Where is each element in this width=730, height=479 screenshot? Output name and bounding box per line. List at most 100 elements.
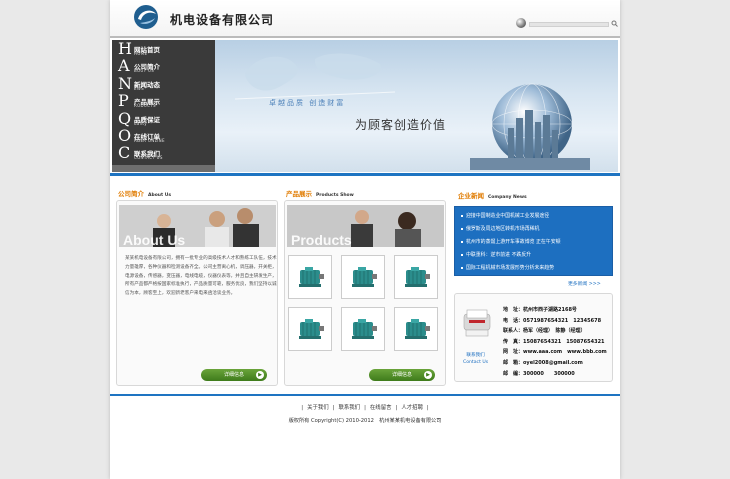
- arrow-right-icon: ▶: [424, 371, 432, 379]
- nav-label-en: EWS: [134, 85, 144, 91]
- nav-item[interactable]: N 新闻动态 EWS: [112, 73, 215, 93]
- news-list: 迎接中国制造业中国机械工业发展途径 俄罗斯及周边地区转机市场再稀机杭州市的蒸馏上游…: [454, 206, 613, 276]
- footer-separator: |: [301, 405, 304, 411]
- news-item[interactable]: 杭州市的蒸馏上游开车事故博览 正在午安顿: [461, 238, 560, 245]
- footer-links: | 关于我们 | 联系我们 | 在线留言 | 人才招聘 |: [110, 403, 620, 411]
- products-title-en: Products Show: [316, 193, 354, 198]
- contact-icon: [463, 309, 491, 337]
- banner-slogan-big: 为顾客创造价值: [355, 118, 447, 132]
- news-item[interactable]: 俄罗斯及周边地区转机市场再稀机: [461, 225, 539, 232]
- main-nav: H 网站首页 HOME A 公司简介 BOUT US N 新闻动态 EWS P 产品展示 RODUCT…: [112, 40, 215, 165]
- contact-panel: 联系我们 Contact Us 地 址：杭州市西子湖路2168号电 话：0571…: [454, 293, 613, 382]
- nav-label-en: RDER ONLINE: [134, 138, 165, 143]
- bullet-icon: [461, 266, 463, 269]
- header: 机电设备有限公司: [110, 0, 620, 38]
- news-item-label: 杭州市的蒸馏上游开车事故博览 正在午安顿: [466, 239, 561, 245]
- product-thumbnail[interactable]: [394, 307, 438, 351]
- globe-icon: [516, 18, 526, 28]
- more-news-link[interactable]: 更多新闻 >>>: [568, 280, 601, 287]
- about-more-button[interactable]: 详细信息 ▶: [201, 369, 267, 381]
- products-photo-caption: Products: [291, 232, 352, 247]
- product-thumbnail[interactable]: [341, 255, 385, 299]
- contact-line: 网 址：www.aaa.com www.bbb.com: [503, 349, 607, 356]
- footer-link[interactable]: 关于我们: [307, 405, 329, 411]
- about-section-title: 公司简介 About Us: [118, 188, 171, 198]
- about-photo: About Us: [119, 205, 276, 247]
- nav-item[interactable]: H 网站首页 HOME: [112, 39, 215, 58]
- nav-letter: P: [118, 91, 129, 111]
- header-divider: [110, 36, 620, 38]
- product-thumbnail[interactable]: [341, 307, 385, 351]
- footer-separator: |: [332, 405, 335, 411]
- news-item-label: 中联重科：逆市前进 不跌反升: [466, 252, 532, 258]
- copyright: 版权所有 Copyright(C) 2010-2012 杭州某某机电设备有限公司: [288, 418, 442, 424]
- nav-footer-strip: [112, 165, 215, 172]
- motor-product-image: [299, 319, 324, 339]
- motor-product-image: [405, 319, 430, 339]
- footer-divider: [110, 394, 620, 396]
- nav-item[interactable]: O 在线订单 RDER ONLINE: [112, 127, 215, 145]
- footer-link[interactable]: 人才招聘: [401, 405, 423, 411]
- banner-slogan-small: 卓越品质 创造财富: [269, 99, 346, 107]
- about-text: 某某机电设备有限公司，拥有一批专业的高级技术人才和熟练工队伍，技术力量雄厚，各种…: [125, 256, 277, 297]
- banner: 卓越品质 创造财富 为顾客创造价值: [215, 40, 618, 172]
- footer-link[interactable]: 在线留言: [370, 405, 392, 411]
- arrow-right-icon: ▶: [256, 371, 264, 379]
- products-photo: Products: [287, 205, 444, 247]
- footer-separator: |: [395, 405, 398, 411]
- product-thumbnail[interactable]: [394, 255, 438, 299]
- products-panel: Products 详细信息 ▶: [284, 200, 446, 386]
- search-icon[interactable]: [611, 20, 618, 27]
- nav-item[interactable]: A 公司简介 BOUT US: [112, 56, 215, 76]
- about-title-cn: 公司简介: [118, 190, 144, 198]
- section-divider: [110, 173, 620, 176]
- nav-item[interactable]: C 联系我们 CONTACT US: [112, 143, 215, 163]
- company-name: 机电设备有限公司: [170, 13, 275, 27]
- news-title-en: Company News: [488, 195, 527, 200]
- products-more-button[interactable]: 详细信息 ▶: [369, 369, 435, 381]
- news-item[interactable]: 中联重科：逆市前进 不跌反升: [461, 251, 531, 258]
- company-logo-icon[interactable]: [132, 4, 160, 30]
- motor-product-image: [405, 267, 430, 287]
- products-title-cn: 产品展示: [286, 190, 312, 198]
- motor-product-image: [299, 267, 324, 287]
- footer-separator: |: [364, 405, 366, 411]
- about-panel: About Us 某某机电设备有限公司，拥有一批专业的高级技术人才和熟练工队伍，…: [116, 200, 278, 386]
- products-more-label: 详细信息: [391, 372, 412, 378]
- search-bar: [516, 17, 618, 31]
- footer-link[interactable]: 联系我们: [339, 405, 361, 411]
- contact-line: 邮 箱：oyel2008@gmail.com: [503, 360, 583, 366]
- product-thumbnail[interactable]: [288, 307, 332, 351]
- nav-label-en: BOUT US: [134, 68, 155, 74]
- nav-letter: A: [118, 56, 130, 76]
- contact-line: 传 真：15087654321 15087654321: [503, 338, 605, 345]
- search-input[interactable]: [529, 22, 609, 27]
- nav-letter: C: [118, 143, 131, 163]
- nav-letter: N: [118, 73, 132, 93]
- news-item[interactable]: 迎接中国制造业中国机械工业发展途径: [461, 212, 549, 219]
- bullet-icon: [461, 240, 463, 243]
- page-container: 机电设备有限公司 H 网站首页 HOME A 公司简介 BOUT US N 新闻动态 EWS P 产…: [110, 0, 620, 479]
- news-item[interactable]: 国际工程机械市场发展形势分析未来趋势: [461, 264, 554, 271]
- news-item-label: 俄罗斯及周边地区转机市场再稀机: [466, 226, 540, 232]
- nav-letter: H: [118, 39, 132, 58]
- about-photo-caption: About Us: [123, 232, 186, 247]
- nav-item[interactable]: P 产品展示 RODUCTS: [112, 91, 215, 111]
- nav-label-en: uality: [134, 120, 147, 126]
- contact-label-cn: 联系我们: [466, 353, 485, 358]
- news-section-title: 企业新闻 Company News: [458, 190, 527, 200]
- news-item-label: 国际工程机械市场发展形势分析未来趋势: [466, 265, 555, 271]
- about-more-label: 详细信息: [223, 372, 244, 378]
- contact-line: 邮 编：300000 300000: [503, 370, 575, 377]
- contact-line: 电 话：0571987654321 12345678: [503, 317, 602, 324]
- contact-line: 地 址：杭州市西子湖路2168号: [503, 307, 577, 313]
- nav-item[interactable]: Q 品质保证 uality: [112, 109, 215, 128]
- news-title-cn: 企业新闻: [458, 192, 484, 200]
- news-item-label: 迎接中国制造业中国机械工业发展途径: [466, 213, 550, 219]
- nav-label-en: HOME: [134, 51, 148, 56]
- product-thumbnail[interactable]: [288, 255, 332, 299]
- nav-label-en: CONTACT US: [134, 155, 163, 161]
- bullet-icon: [461, 227, 463, 230]
- products-section-title: 产品展示 Products Show: [286, 188, 354, 198]
- nav-label-en: RODUCTS: [134, 103, 156, 109]
